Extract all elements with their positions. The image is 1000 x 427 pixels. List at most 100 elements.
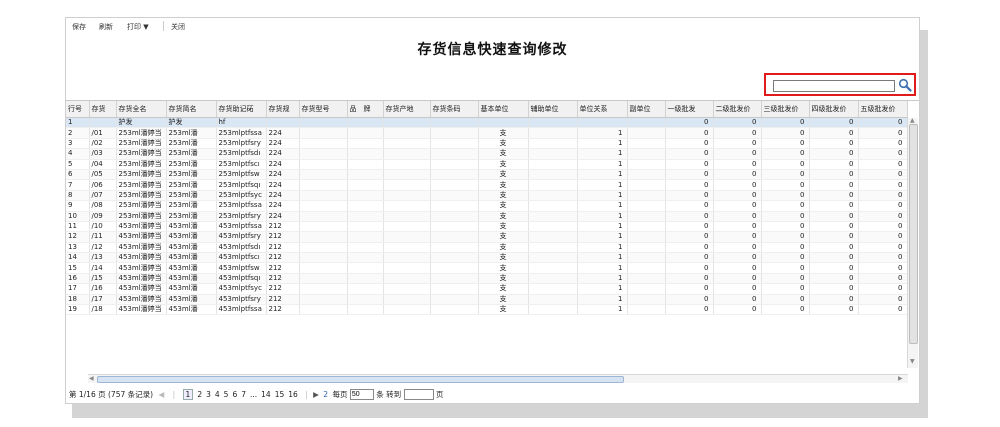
table-cell[interactable]: 支 bbox=[478, 138, 529, 150]
table-cell[interactable] bbox=[430, 231, 479, 243]
table-cell[interactable]: 253ml潘婷当 bbox=[116, 200, 167, 212]
table-cell[interactable]: 0 bbox=[858, 242, 908, 254]
table-cell[interactable]: 224 bbox=[266, 159, 300, 170]
table-cell[interactable] bbox=[627, 252, 666, 264]
page-link[interactable]: 5 bbox=[224, 390, 229, 399]
table-cell[interactable]: 0 bbox=[761, 190, 810, 202]
page-link[interactable]: 6 bbox=[232, 390, 237, 399]
table-cell[interactable]: 0 bbox=[713, 294, 762, 306]
table-cell[interactable] bbox=[299, 231, 348, 243]
column-header[interactable]: 行号 bbox=[66, 101, 90, 118]
table-cell[interactable] bbox=[383, 221, 431, 233]
table-cell[interactable] bbox=[299, 117, 348, 129]
table-cell[interactable] bbox=[430, 190, 479, 202]
table-cell[interactable] bbox=[528, 294, 578, 306]
table-cell[interactable]: 0 bbox=[761, 242, 810, 254]
column-header[interactable]: 五级批发价 bbox=[858, 101, 908, 118]
table-cell[interactable] bbox=[299, 273, 348, 285]
table-cell[interactable]: 253ml潘 bbox=[166, 211, 217, 222]
table-cell[interactable]: 212 bbox=[266, 304, 300, 316]
table-cell[interactable]: /16 bbox=[89, 283, 117, 295]
table-cell[interactable] bbox=[528, 252, 578, 264]
table-cell[interactable]: 253ml潘婷当 bbox=[116, 159, 167, 170]
table-cell[interactable]: 0 bbox=[713, 127, 762, 139]
table-cell[interactable] bbox=[627, 211, 666, 222]
table-cell[interactable]: 3 bbox=[66, 138, 90, 150]
table-cell[interactable] bbox=[347, 127, 384, 139]
table-cell[interactable]: 453ml潘 bbox=[166, 242, 217, 254]
table-cell[interactable]: 0 bbox=[761, 148, 810, 160]
table-cell[interactable]: 1 bbox=[577, 252, 628, 264]
table-cell[interactable]: hf bbox=[216, 117, 267, 129]
column-header[interactable]: 存货助记砳 bbox=[216, 101, 267, 118]
table-cell[interactable]: 224 bbox=[266, 211, 300, 222]
table-cell[interactable]: 0 bbox=[809, 169, 859, 181]
table-cell[interactable]: 支 bbox=[478, 262, 529, 274]
table-cell[interactable]: 0 bbox=[713, 242, 762, 254]
table-cell[interactable]: /14 bbox=[89, 262, 117, 274]
table-cell[interactable]: 1 bbox=[577, 294, 628, 306]
close-button[interactable]: 关闭 bbox=[171, 22, 185, 32]
table-cell[interactable] bbox=[383, 127, 431, 139]
table-cell[interactable]: 19 bbox=[66, 304, 90, 316]
table-row[interactable]: 10/09 253ml潘婷当 253ml潘 253mlptfsry 224 支 1 0 0 0 0 0 bbox=[66, 211, 908, 222]
table-cell[interactable] bbox=[528, 200, 578, 212]
table-cell[interactable] bbox=[383, 148, 431, 160]
table-cell[interactable]: 212 bbox=[266, 242, 300, 254]
table-cell[interactable]: 1 bbox=[577, 148, 628, 160]
table-cell[interactable]: 0 bbox=[665, 148, 714, 160]
table-cell[interactable]: 1 bbox=[577, 262, 628, 274]
table-cell[interactable]: 0 bbox=[713, 273, 762, 285]
table-cell[interactable]: 453ml潘婷当 bbox=[116, 273, 167, 285]
column-header[interactable]: 存货型号 bbox=[299, 101, 348, 118]
table-cell[interactable] bbox=[383, 211, 431, 222]
table-row[interactable]: 9/08 253ml潘婷当 253ml潘 253mlptfssa 224 支 1 0 0 0 0 0 bbox=[66, 200, 908, 212]
table-cell[interactable]: 0 bbox=[809, 273, 859, 285]
table-cell[interactable]: /05 bbox=[89, 169, 117, 181]
table-cell[interactable]: 253ml潘婷当 bbox=[116, 138, 167, 150]
table-cell[interactable] bbox=[627, 190, 666, 202]
table-cell[interactable]: 1 bbox=[577, 221, 628, 233]
table-cell[interactable]: 1 bbox=[577, 159, 628, 170]
table-cell[interactable]: 支 bbox=[478, 200, 529, 212]
table-cell[interactable] bbox=[528, 262, 578, 274]
table-cell[interactable] bbox=[383, 117, 431, 129]
table-cell[interactable]: 253ml潘婷当 bbox=[116, 169, 167, 181]
print-button[interactable]: 打印 ▼ bbox=[127, 22, 149, 32]
scroll-left-icon[interactable]: ◀ bbox=[89, 375, 94, 382]
table-cell[interactable]: 0 bbox=[665, 294, 714, 306]
table-cell[interactable]: 1 bbox=[577, 179, 628, 191]
table-cell[interactable]: 0 bbox=[761, 294, 810, 306]
table-cell[interactable]: 212 bbox=[266, 221, 300, 233]
table-cell[interactable] bbox=[299, 242, 348, 254]
table-cell[interactable]: 护发 bbox=[166, 117, 217, 129]
table-cell[interactable]: 支 bbox=[478, 169, 529, 181]
table-cell[interactable]: 212 bbox=[266, 283, 300, 295]
table-cell[interactable]: 0 bbox=[809, 138, 859, 150]
scroll-up-icon[interactable]: ▲ bbox=[910, 117, 915, 124]
table-cell[interactable]: 12 bbox=[66, 231, 90, 243]
table-cell[interactable] bbox=[299, 200, 348, 212]
save-button[interactable]: 保存 bbox=[72, 22, 86, 32]
table-cell[interactable]: 0 bbox=[713, 179, 762, 191]
table-cell[interactable] bbox=[430, 211, 479, 222]
table-cell[interactable]: 支 bbox=[478, 211, 529, 222]
table-cell[interactable] bbox=[627, 221, 666, 233]
page-link[interactable]: 15 bbox=[275, 390, 285, 399]
table-cell[interactable] bbox=[430, 221, 479, 233]
table-cell[interactable]: 支 bbox=[478, 221, 529, 233]
table-cell[interactable]: 453ml潘 bbox=[166, 294, 217, 306]
column-header[interactable]: 存货条码 bbox=[430, 101, 479, 118]
table-cell[interactable] bbox=[383, 179, 431, 191]
page-link[interactable]: 14 bbox=[261, 390, 271, 399]
table-cell[interactable]: 17 bbox=[66, 283, 90, 295]
table-cell[interactable] bbox=[347, 211, 384, 222]
table-cell[interactable]: 0 bbox=[809, 294, 859, 306]
table-cell[interactable]: 支 bbox=[478, 159, 529, 170]
table-cell[interactable]: 453mlptfsry bbox=[216, 294, 267, 306]
column-header[interactable]: 一级批发 bbox=[665, 101, 714, 118]
column-header[interactable]: 副单位 bbox=[627, 101, 666, 118]
table-cell[interactable] bbox=[528, 273, 578, 285]
column-header[interactable]: 单位关系 bbox=[577, 101, 628, 118]
search-icon[interactable] bbox=[898, 78, 912, 92]
